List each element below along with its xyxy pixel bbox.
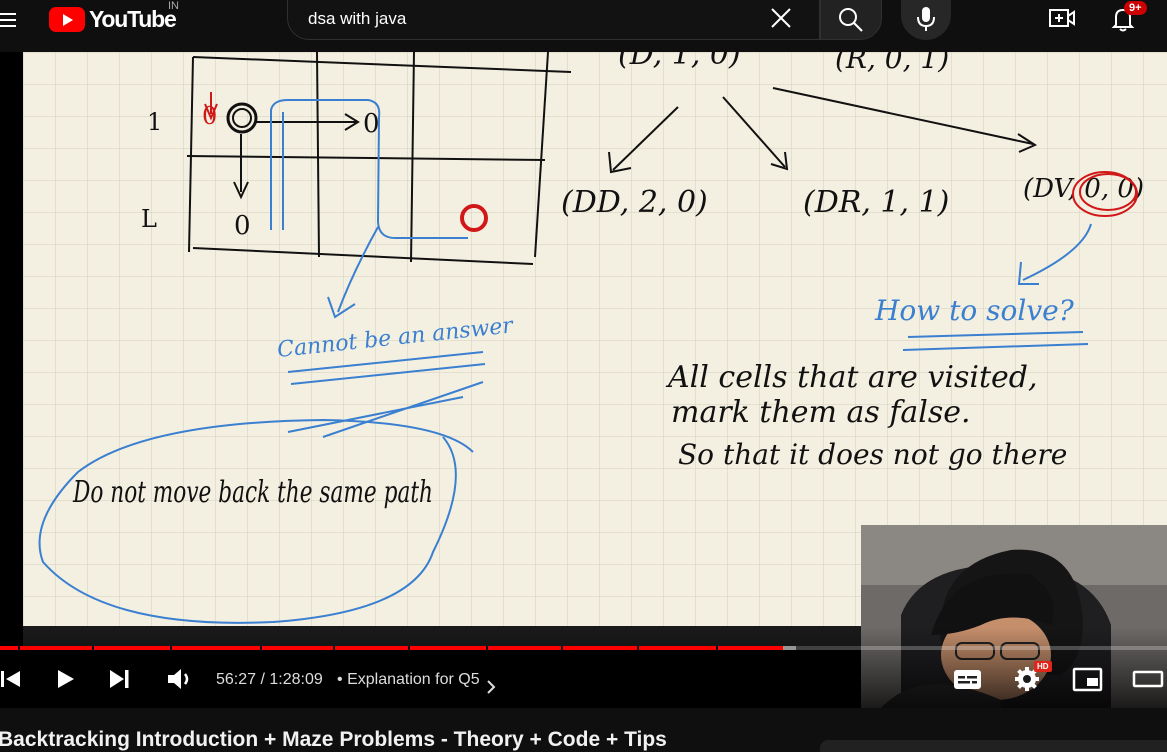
search-input[interactable]: dsa with java — [287, 0, 820, 40]
chapter-label: Explanation for Q5 — [347, 671, 480, 688]
notification-badge: 9+ — [1124, 1, 1147, 15]
row-label-1: 1 — [147, 108, 162, 136]
note-line-1: All cells that are visited, — [665, 360, 1038, 395]
tuple-dr: (DR, 1, 1) — [803, 185, 949, 220]
chapter-marker — [637, 646, 639, 650]
country-code: IN — [168, 0, 179, 12]
chapter-marker — [260, 646, 262, 650]
chapter-marker — [716, 646, 718, 650]
chapter-title[interactable]: • Explanation for Q5 — [337, 671, 480, 689]
masthead: YouTube IN dsa with java 9+ — [0, 0, 1167, 52]
top-tuple: (D, 1, 0) — [618, 52, 741, 72]
theater-mode-icon[interactable] — [1132, 664, 1166, 694]
chapter-marker — [486, 646, 488, 650]
row-label-2: L — [141, 205, 157, 233]
chapter-marker — [170, 646, 172, 650]
subtitles-icon[interactable] — [951, 664, 985, 694]
create-video-icon[interactable] — [1048, 6, 1076, 30]
youtube-logo[interactable]: YouTube — [49, 5, 177, 32]
chevron-right-icon[interactable] — [484, 672, 498, 702]
volume-icon[interactable] — [164, 664, 196, 694]
hd-badge: HD — [1034, 661, 1052, 672]
play-icon[interactable] — [52, 664, 80, 694]
chapter-marker — [18, 646, 20, 650]
note-do-not-move: Do not move back the same path — [72, 475, 433, 510]
sidebar-chip-bar — [820, 740, 1167, 752]
chapter-marker — [333, 646, 335, 650]
video-player[interactable]: 1 L 0 0 0 (D, 1, 0) (R, 0, 1) (DD, 2, 0)… — [0, 52, 1167, 708]
menu-icon[interactable] — [0, 9, 18, 29]
note-line-2: mark them as false. — [671, 395, 971, 430]
search-query[interactable]: dsa with java — [308, 9, 406, 29]
cell-value: 0 — [363, 109, 380, 139]
note-how-to-solve: How to solve? — [874, 294, 1075, 327]
next-icon[interactable] — [106, 664, 134, 694]
previous-icon[interactable] — [0, 664, 22, 694]
progress-played — [0, 646, 784, 650]
time-display: 56:27 / 1:28:09 — [216, 671, 323, 688]
logo-text: YouTube — [89, 5, 177, 32]
video-title: Backtracking Introduction + Maze Problem… — [0, 728, 667, 751]
youtube-play-icon — [49, 6, 85, 32]
microphone-icon — [917, 7, 935, 31]
search-icon — [839, 8, 863, 32]
chapter-marker — [561, 646, 563, 650]
chapter-marker — [92, 646, 94, 650]
chapter-separator: • — [337, 671, 343, 688]
search-button[interactable] — [820, 0, 882, 40]
svg-text:0: 0 — [202, 102, 217, 130]
top-tuple: (R, 0, 1) — [835, 52, 949, 75]
tuple-dd: (DD, 2, 0) — [561, 185, 708, 220]
progress-bar[interactable] — [0, 646, 1167, 650]
miniplayer-icon[interactable] — [1072, 664, 1104, 694]
note-line-3: So that it does not go there — [678, 438, 1067, 471]
chapter-marker — [408, 646, 410, 650]
close-icon[interactable] — [768, 5, 794, 31]
cell-value: 0 — [234, 211, 251, 241]
voice-search-button[interactable] — [901, 0, 951, 40]
